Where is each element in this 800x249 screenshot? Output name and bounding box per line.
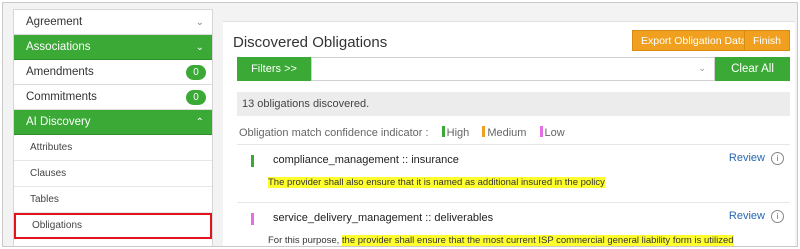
info-icon[interactable]: i bbox=[771, 152, 784, 165]
sidebar-item-label: Amendments bbox=[26, 66, 94, 78]
sidebar-item-label: Agreement bbox=[26, 16, 83, 28]
medium-marker-icon bbox=[482, 126, 486, 137]
obligation-text: The provider shall also ensure that it i… bbox=[268, 177, 605, 188]
review-link[interactable]: Review bbox=[729, 152, 765, 164]
obligation-name: service_delivery_management :: deliverab… bbox=[273, 212, 494, 224]
obligation-count: 13 obligations discovered. bbox=[237, 92, 790, 116]
sidebar-item-agreement[interactable]: Agreement ⌄ bbox=[14, 10, 212, 35]
chevron-down-icon: ⌄ bbox=[698, 63, 706, 73]
obligation-text: For this purpose, the provider shall ens… bbox=[268, 235, 734, 246]
count-badge: 0 bbox=[186, 65, 206, 80]
obligation-highlight: the provider shall ensure that the most … bbox=[341, 235, 734, 246]
chevron-down-icon: ⌄ bbox=[195, 42, 204, 53]
low-label: Low bbox=[544, 127, 565, 139]
sidebar-subitem-obligations[interactable]: Obligations bbox=[14, 213, 212, 239]
info-icon[interactable]: i bbox=[771, 210, 784, 223]
app-frame: Agreement ⌄ Associations ⌄ Amendments 0 … bbox=[2, 2, 798, 247]
sidebar-item-amendments[interactable]: Amendments 0 bbox=[14, 60, 212, 85]
sidebar-item-associations[interactable]: Associations ⌄ bbox=[14, 35, 212, 60]
count-badge: 0 bbox=[186, 90, 206, 105]
sidebar-item-label: Commitments bbox=[26, 91, 97, 103]
high-label: High bbox=[446, 127, 470, 139]
page-title: Discovered Obligations bbox=[233, 34, 388, 51]
low-marker-icon bbox=[539, 126, 543, 137]
chevron-up-icon: ⌃ bbox=[195, 117, 204, 128]
filter-bar: Filters >> ⌄ Clear All bbox=[237, 57, 790, 81]
sidebar-item-commitments[interactable]: Commitments 0 bbox=[14, 85, 212, 110]
obligation-highlight: The provider shall also ensure that it i… bbox=[268, 177, 605, 188]
chevron-down-icon: ⌄ bbox=[195, 17, 204, 28]
filter-select[interactable]: ⌄ bbox=[311, 57, 715, 81]
clear-all-button[interactable]: Clear All bbox=[715, 57, 790, 81]
obligation-text-prefix: For this purpose, bbox=[268, 235, 342, 246]
sidebar: Agreement ⌄ Associations ⌄ Amendments 0 … bbox=[13, 9, 213, 246]
obligation-item: service_delivery_management :: deliverab… bbox=[237, 202, 790, 246]
sidebar-subitem-clauses[interactable]: Clauses bbox=[14, 161, 212, 187]
confidence-indicator: Obligation match confidence indicator : … bbox=[239, 126, 565, 139]
high-marker-icon bbox=[441, 126, 445, 137]
confidence-high-marker bbox=[251, 155, 254, 167]
sidebar-subitem-attributes[interactable]: Attributes bbox=[14, 135, 212, 161]
finish-button[interactable]: Finish bbox=[744, 30, 790, 51]
filters-button[interactable]: Filters >> bbox=[237, 57, 311, 81]
top-strip bbox=[223, 9, 795, 21]
review-link[interactable]: Review bbox=[729, 210, 765, 222]
export-obligation-data-button[interactable]: Export Obligation Data bbox=[632, 30, 756, 51]
obligation-name: compliance_management :: insurance bbox=[273, 154, 459, 166]
confidence-low-marker bbox=[251, 213, 254, 225]
indicator-label: Obligation match confidence indicator : bbox=[239, 127, 429, 139]
obligations-panel: Discovered Obligations Export Obligation… bbox=[223, 21, 795, 246]
sidebar-item-label: Associations bbox=[26, 41, 91, 53]
sidebar-item-ai-discovery[interactable]: AI Discovery ⌃ bbox=[14, 110, 212, 135]
sidebar-item-label: AI Discovery bbox=[26, 116, 91, 128]
obligation-item: compliance_management :: insurance The p… bbox=[237, 144, 790, 192]
sidebar-subitem-tables[interactable]: Tables bbox=[14, 187, 212, 213]
medium-label: Medium bbox=[487, 127, 527, 139]
